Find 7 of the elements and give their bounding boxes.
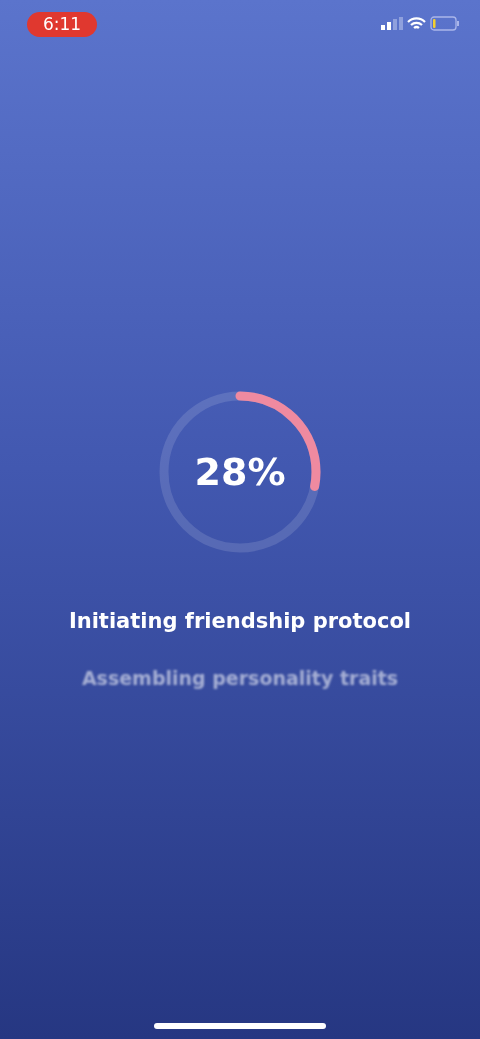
signal-icon bbox=[381, 17, 403, 30]
loading-subtitle: Assembling personality traits bbox=[81, 665, 399, 691]
loading-title: Initiating friendship protocol bbox=[68, 608, 412, 635]
progress-percentage: 28% bbox=[194, 448, 286, 496]
wifi-icon bbox=[407, 16, 426, 31]
battery-icon bbox=[430, 16, 460, 31]
status-time: 6:11 bbox=[27, 12, 97, 37]
